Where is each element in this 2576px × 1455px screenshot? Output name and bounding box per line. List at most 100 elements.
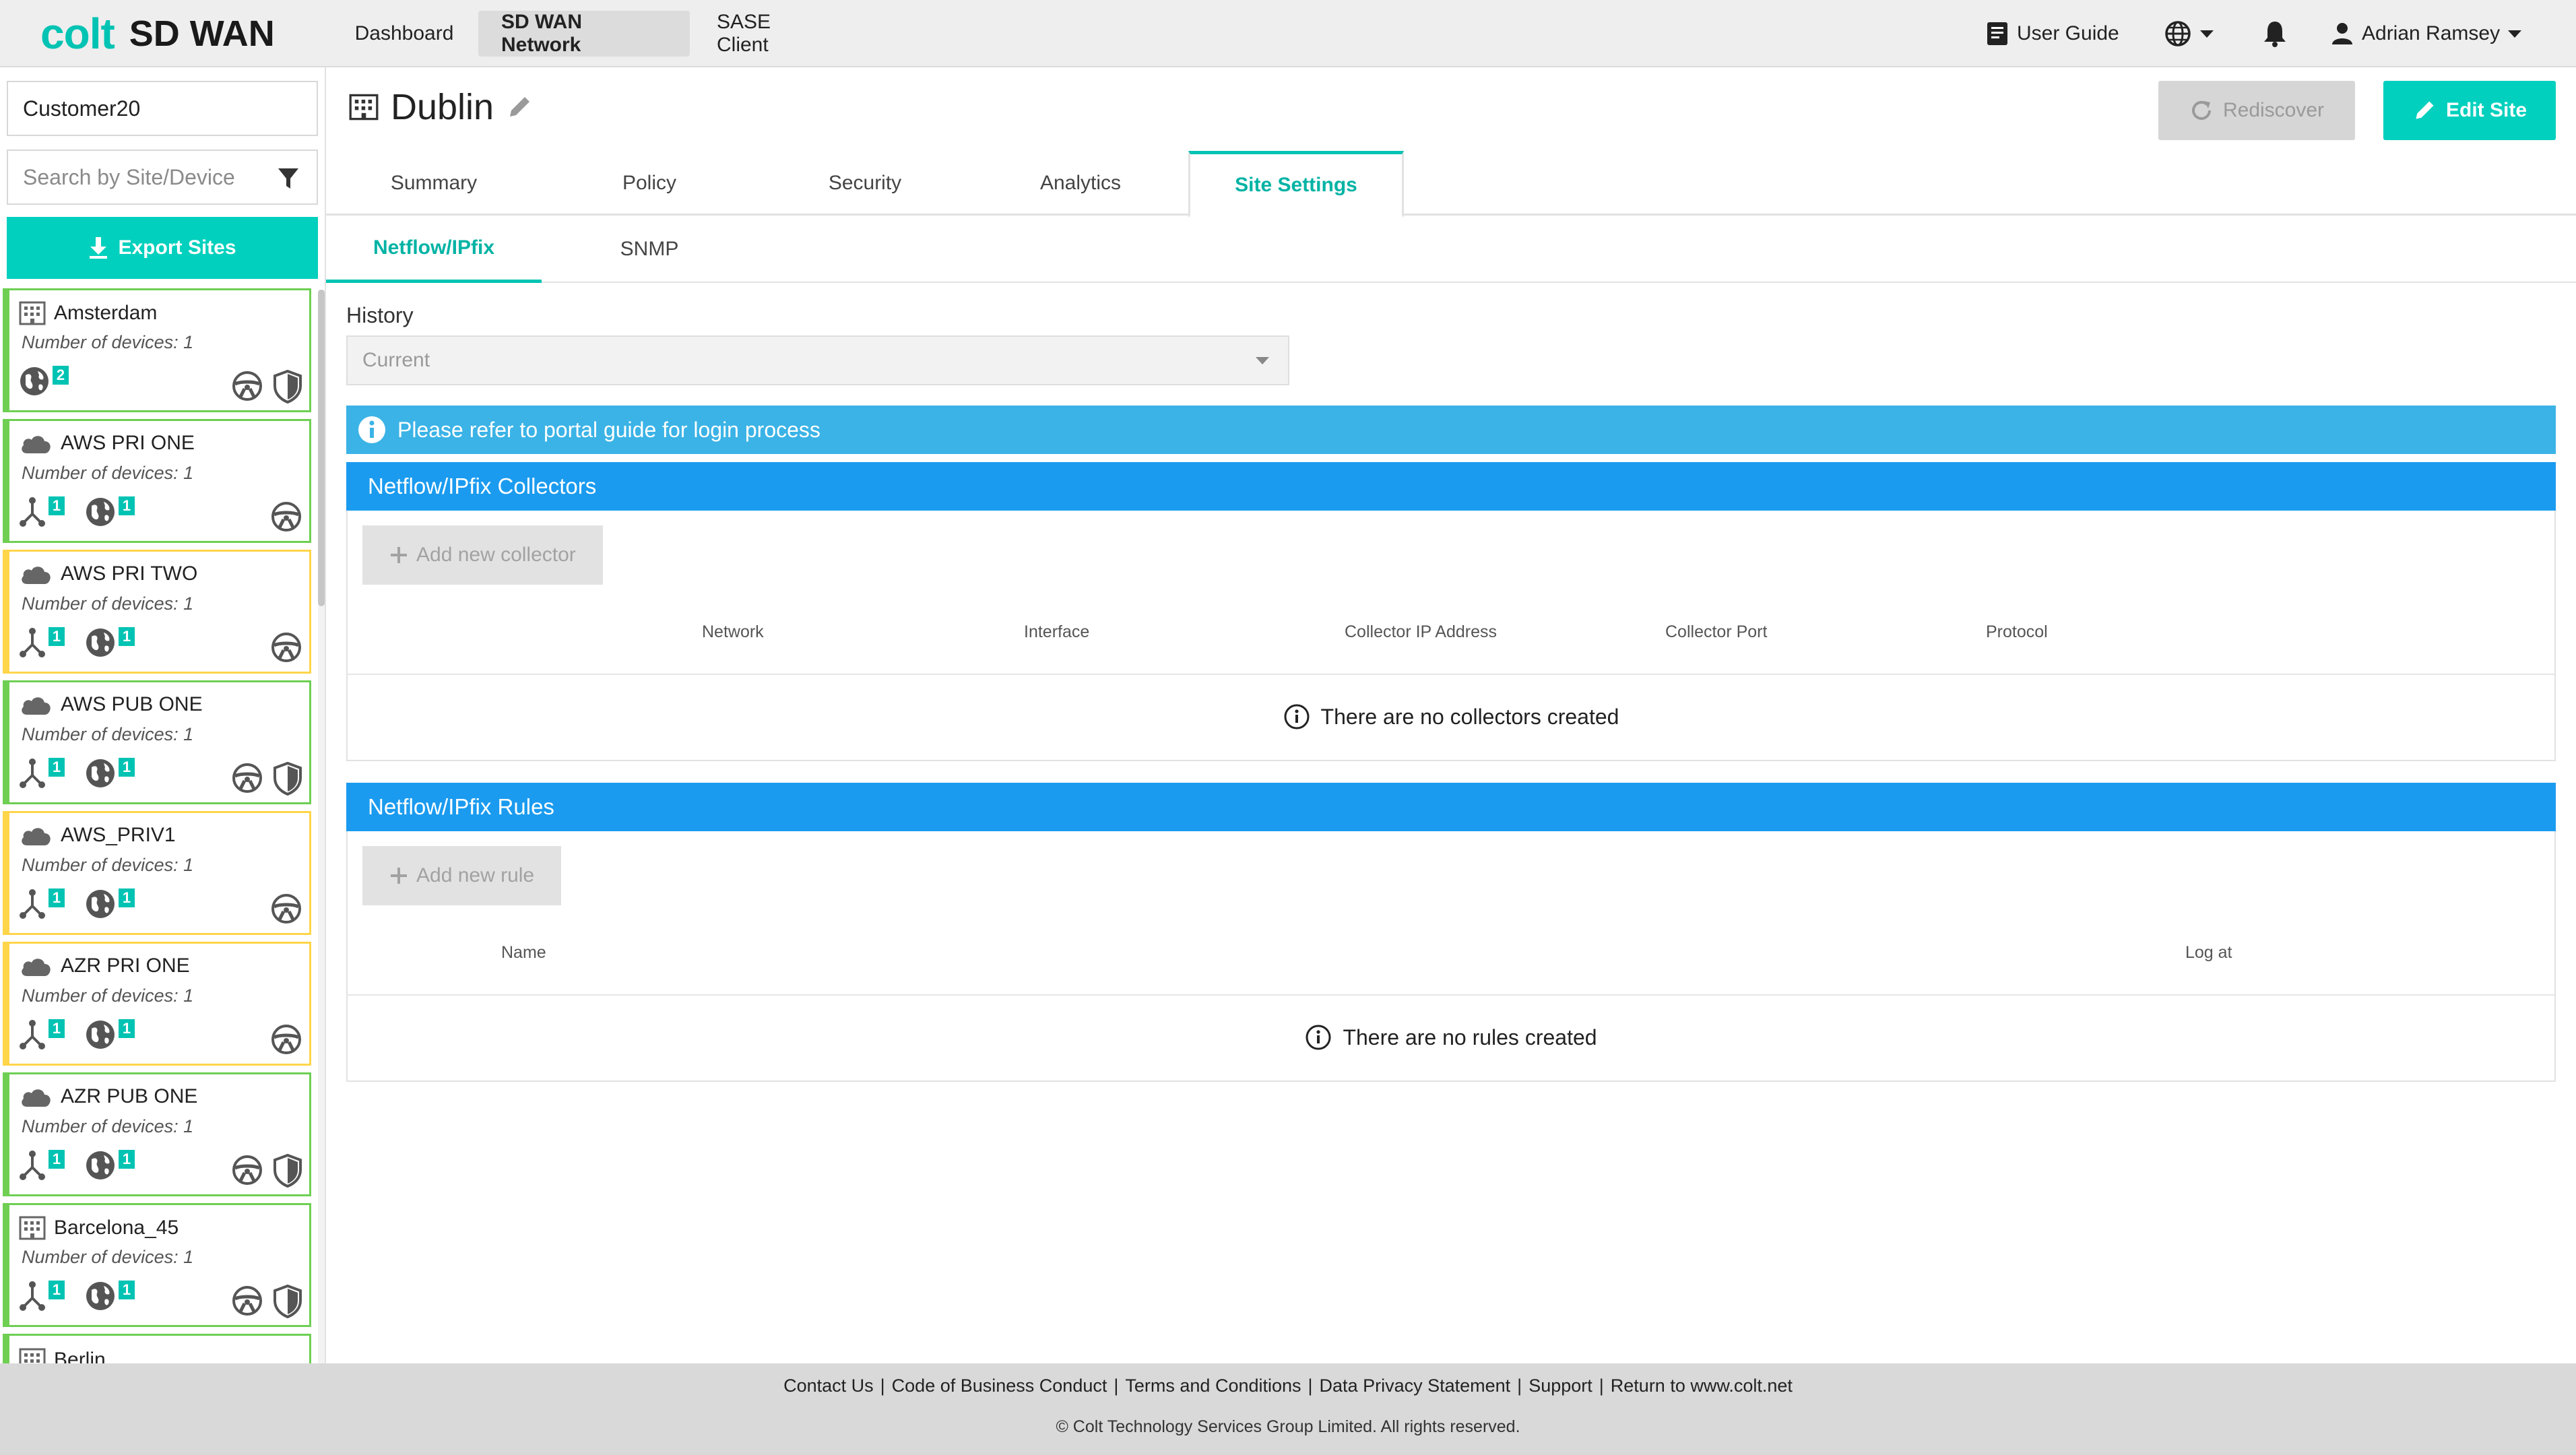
history-label: History (346, 303, 414, 327)
tab-summary[interactable]: Summary (326, 151, 542, 216)
steering-wheel-icon (232, 371, 262, 401)
add-rule-button[interactable]: Add new rule (362, 846, 562, 905)
tab-site-settings[interactable]: Site Settings (1188, 151, 1404, 218)
column-header-protocol[interactable]: Protocol (1986, 622, 2048, 642)
internet-link-count-badge: 1 (119, 1019, 135, 1038)
site-status-icons: 2 (19, 366, 82, 397)
site-card-header: AWS PRI TWO (19, 562, 197, 585)
pencil-icon[interactable] (506, 94, 533, 121)
history-select[interactable]: Current (346, 335, 1289, 385)
site-name: AWS PUB ONE (61, 693, 203, 715)
refresh-icon (2191, 100, 2211, 120)
page-title: Dublin (349, 86, 533, 128)
device-count: Number of devices: 1 (22, 593, 194, 614)
column-header-network[interactable]: Network (702, 622, 764, 642)
network-link-count-badge: 1 (49, 1150, 65, 1169)
site-status-icons: 1 1 (19, 1150, 148, 1181)
user-menu[interactable]: Adrian Ramsey (2331, 11, 2522, 57)
customer-selector[interactable]: Customer20 (7, 81, 318, 136)
column-header-name[interactable]: Name (501, 943, 546, 963)
site-card[interactable]: AWS PRI ONE Number of devices: 1 1 1 (3, 419, 311, 543)
add-collector-button[interactable]: Add new collector (362, 525, 603, 585)
subtab-snmp[interactable]: SNMP (542, 216, 757, 283)
export-sites-label: Export Sites (118, 236, 236, 259)
footer-link-contact-us[interactable]: Contact Us (783, 1376, 874, 1396)
globe-icon (86, 890, 115, 918)
cloud-icon (22, 567, 51, 584)
site-card[interactable]: Amsterdam Number of devices: 1 2 (3, 288, 311, 412)
tab-analytics[interactable]: Analytics (973, 151, 1188, 216)
colt-logo[interactable]: colt SD WAN (40, 9, 275, 58)
cloud-icon (22, 1089, 51, 1107)
site-search-input[interactable]: Search by Site/Device (7, 150, 318, 205)
column-header-collector-port[interactable]: Collector Port (1665, 622, 1767, 642)
filter-icon[interactable] (278, 167, 299, 190)
building-icon (19, 301, 46, 325)
footer-separator: | (1114, 1376, 1119, 1396)
chevron-down-icon (2200, 30, 2214, 38)
column-header-log-at[interactable]: Log at (2185, 943, 2232, 963)
network-link-count-badge: 1 (49, 1281, 65, 1299)
site-feature-icons (231, 1154, 302, 1188)
nav-sase-client[interactable]: SASE Client (694, 11, 843, 57)
sidebar-scroll-thumb[interactable] (318, 290, 325, 606)
site-card-header: AWS_PRIV1 (19, 824, 176, 847)
site-card[interactable]: AWS PUB ONE Number of devices: 1 1 1 (3, 680, 311, 804)
steering-wheel-icon (232, 1155, 262, 1185)
copyright-text: © Colt Technology Services Group Limited… (1056, 1417, 1520, 1436)
device-count: Number of devices: 1 (22, 724, 194, 744)
rules-empty-state: There are no rules created (348, 994, 2554, 1080)
device-count: Number of devices: 1 (22, 332, 194, 352)
nav-sd-wan-network[interactable]: SD WAN Network (478, 11, 690, 57)
site-status-icons: 1 1 (19, 1019, 148, 1050)
network-hub-icon (20, 889, 45, 919)
footer-link-privacy[interactable]: Data Privacy Statement (1320, 1376, 1511, 1396)
footer-separator: | (880, 1376, 885, 1396)
footer-link-colt-net[interactable]: Return to www.colt.net (1611, 1376, 1793, 1396)
user-guide-label: User Guide (2017, 22, 2119, 44)
nav-dashboard[interactable]: Dashboard (334, 11, 474, 57)
footer: Contact Us | Code of Business Conduct | Te… (0, 1363, 2576, 1455)
footer-link-terms[interactable]: Terms and Conditions (1125, 1376, 1301, 1396)
globe-icon (86, 498, 115, 526)
site-card-header: AWS PRI ONE (19, 432, 195, 455)
globe-icon (2165, 21, 2191, 46)
export-sites-button[interactable]: Export Sites (7, 217, 318, 279)
column-header-collector-ip[interactable]: Collector IP Address (1345, 622, 1497, 642)
tab-security[interactable]: Security (757, 151, 973, 216)
site-card-header: AWS PUB ONE (19, 693, 203, 716)
site-card[interactable]: AZR PUB ONE Number of devices: 1 1 1 (3, 1072, 311, 1196)
info-circle-icon (1284, 704, 1310, 730)
collectors-empty-state: There are no collectors created (348, 674, 2554, 760)
footer-link-code-of-conduct[interactable]: Code of Business Conduct (892, 1376, 1107, 1396)
column-header-interface[interactable]: Interface (1024, 622, 1089, 642)
rediscover-button[interactable]: Rediscover (2158, 81, 2355, 140)
user-guide-link[interactable]: User Guide (1986, 11, 2119, 57)
site-card[interactable]: Barcelona_45 Number of devices: 1 1 1 (3, 1203, 311, 1327)
steering-wheel-icon (232, 763, 262, 793)
rules-section-title: Netflow/IPfix Rules (346, 783, 2556, 831)
shield-icon (273, 370, 302, 403)
site-card[interactable]: AWS PRI TWO Number of devices: 1 1 1 (3, 550, 311, 674)
steering-wheel-icon (271, 1025, 301, 1054)
internet-link-count-badge: 1 (119, 496, 135, 515)
tab-policy[interactable]: Policy (542, 151, 757, 216)
shield-icon (273, 762, 302, 796)
site-card-header: Berlin (19, 1348, 106, 1363)
chevron-down-icon (2508, 30, 2522, 38)
notifications-button[interactable] (2262, 11, 2288, 57)
chevron-down-icon (1256, 357, 1269, 364)
footer-link-support[interactable]: Support (1528, 1376, 1592, 1396)
network-link-count-badge: 1 (49, 758, 65, 777)
logo-product-text: SD WAN (129, 13, 275, 54)
download-icon (90, 237, 108, 259)
language-selector[interactable] (2164, 11, 2214, 57)
site-card[interactable]: Berlin (3, 1334, 311, 1363)
subtab-netflow-ipfix[interactable]: Netflow/IPfix (326, 216, 542, 283)
steering-wheel-icon (271, 502, 301, 531)
site-status-icons: 1 1 (19, 496, 148, 527)
site-card[interactable]: AZR PRI ONE Number of devices: 1 1 1 (3, 942, 311, 1066)
cloud-icon (22, 697, 51, 715)
edit-site-button[interactable]: Edit Site (2383, 81, 2556, 140)
site-card[interactable]: AWS_PRIV1 Number of devices: 1 1 1 (3, 811, 311, 935)
